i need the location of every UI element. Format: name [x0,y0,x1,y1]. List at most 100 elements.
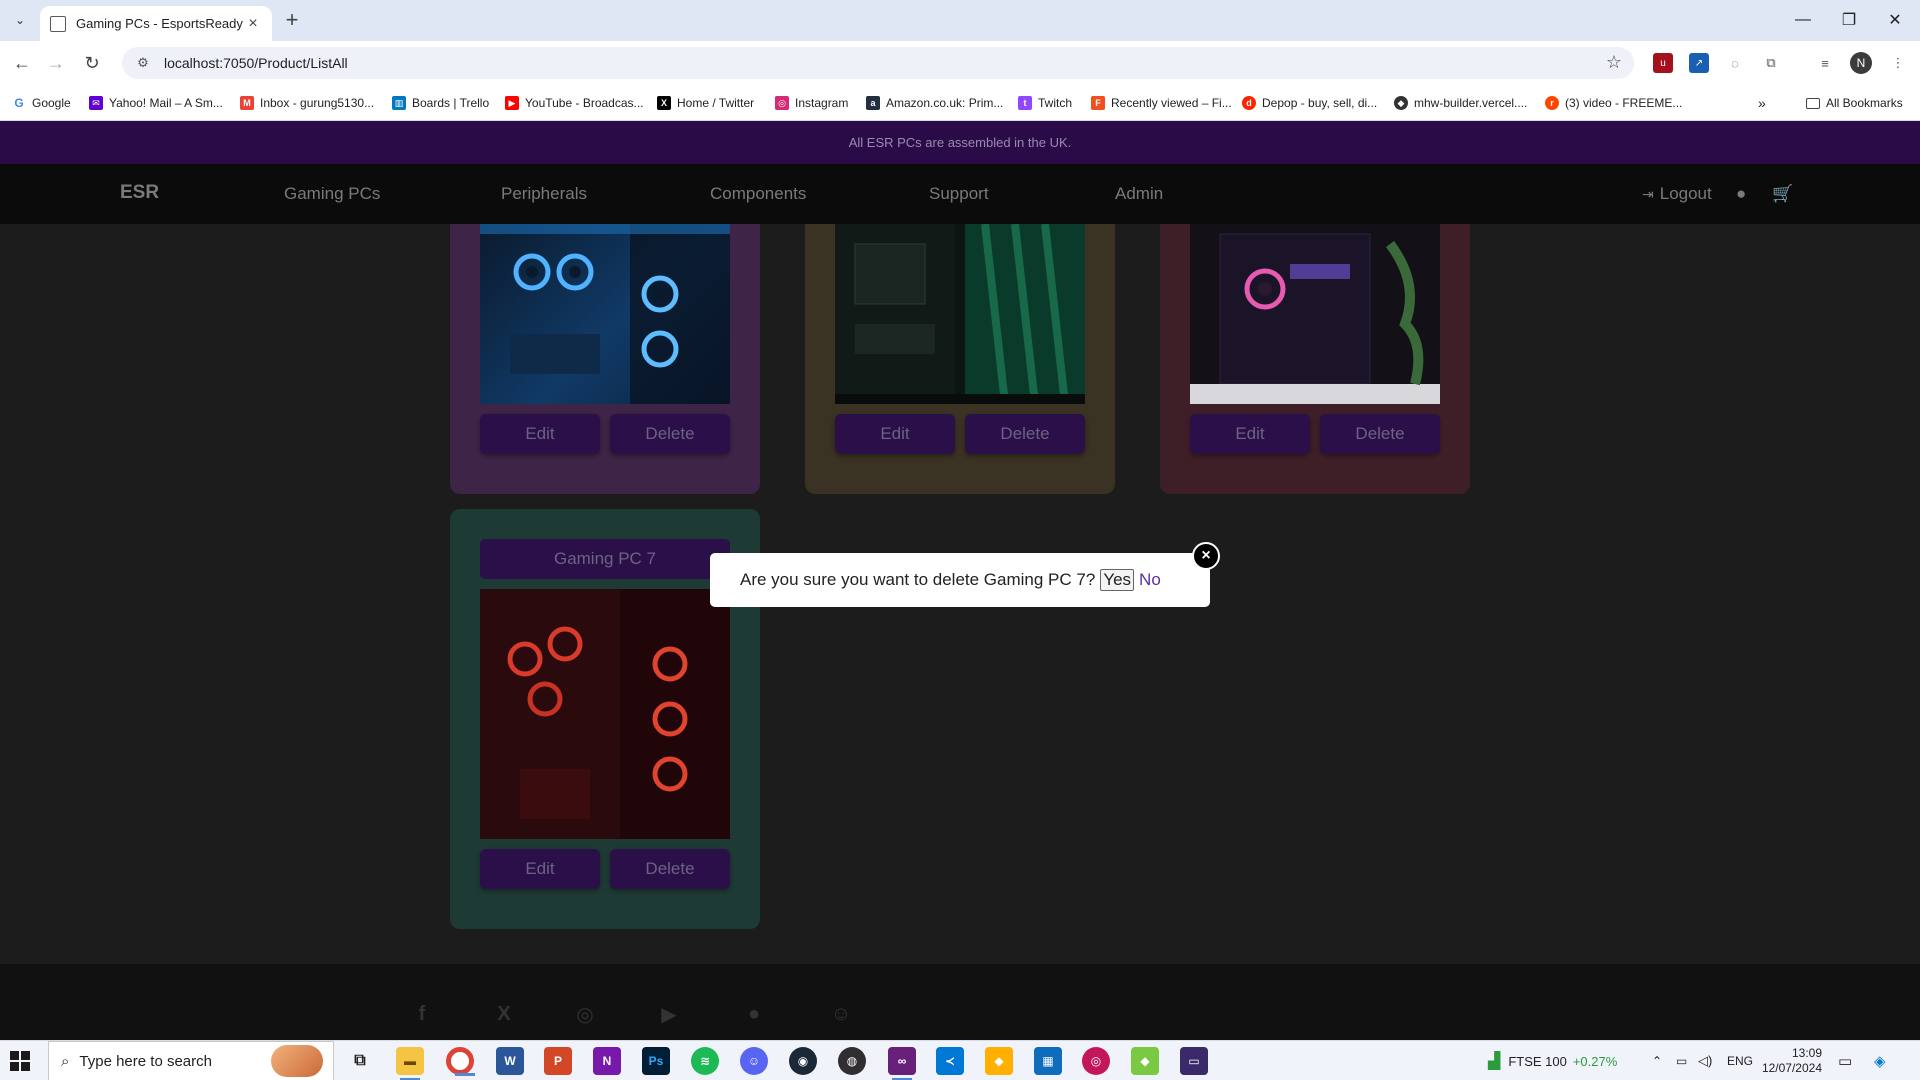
confirm-no-link[interactable]: No [1139,570,1161,590]
close-window-icon[interactable]: ✕ [1872,6,1918,34]
visual-studio-icon[interactable]: ∞ [888,1047,916,1080]
browser-tab[interactable]: Gaming PCs - EsportsReady × [40,6,272,41]
edit-button[interactable]: Edit [480,849,600,889]
app-diamond-icon[interactable]: ◆ [985,1047,1013,1075]
product-title: Gaming PC 7 [480,539,730,579]
windows-start-icon[interactable] [10,1051,30,1071]
file-explorer-icon[interactable]: ▬ [396,1047,424,1080]
confirm-yes-button[interactable]: Yes [1100,569,1135,591]
new-tab-icon[interactable]: + [280,8,304,32]
powerpoint-icon[interactable]: P [544,1047,572,1075]
github-icon[interactable]: ● [741,1001,767,1027]
vscode-icon[interactable]: ≺ [936,1047,964,1075]
ublock-extension-icon[interactable]: u [1653,53,1673,73]
app-pink-icon[interactable]: ◎ [1082,1047,1110,1075]
nav-support[interactable]: Support [929,184,989,204]
cart-icon[interactable]: 🛒 [1772,184,1793,204]
media-control-icon[interactable]: ≡ [1815,53,1835,73]
bookmark-twitter[interactable]: X Home / Twitter [657,94,754,112]
page-favicon-icon [50,15,66,32]
spotify-icon[interactable]: ≋ [691,1047,719,1075]
trello-icon: ▥ [392,96,406,110]
bookmark-trello[interactable]: ▥ Boards | Trello [392,94,489,112]
profile-avatar[interactable]: N [1850,52,1872,74]
bookmark-youtube[interactable]: ▶ YouTube - Broadcas... [505,94,644,112]
forward-icon[interactable]: → [42,49,70,77]
delete-button[interactable]: Delete [610,849,730,889]
extension-blue-icon[interactable]: ↗ [1689,53,1709,73]
task-view-icon[interactable]: ⧉ [346,1047,374,1075]
close-icon[interactable]: × [1192,542,1220,570]
taskbar-search-input[interactable]: ⌕ Type here to search [48,1041,334,1080]
stock-ticker[interactable]: ▟ FTSE 100 +0.27% [1488,1041,1617,1080]
extension-circle-icon[interactable]: ◌ [1725,53,1745,73]
nav-components[interactable]: Components [710,184,806,204]
pc-case-blue-image [480,224,730,404]
show-hidden-icons-icon[interactable]: ⌃ [1652,1041,1662,1080]
youtube-icon[interactable]: ▶ [656,1001,682,1027]
network-icon[interactable]: ▭ [1676,1041,1687,1080]
discord-icon[interactable]: ☺ [828,1001,854,1027]
site-info-icon[interactable]: ⚙ [134,54,152,72]
nav-admin[interactable]: Admin [1115,184,1163,204]
word-icon[interactable]: W [496,1047,524,1075]
delete-button[interactable]: Delete [965,414,1085,454]
x-twitter-icon[interactable]: X [491,1001,517,1027]
chart-up-icon: ▟ [1488,1053,1501,1070]
tab-search-icon[interactable]: ⌄ [8,8,32,32]
bookmark-mhw-builder[interactable]: ◆ mhw-builder.vercel.... [1394,94,1527,112]
steam-icon[interactable]: ◉ [789,1047,817,1075]
language-indicator[interactable]: ENG [1727,1041,1753,1080]
logout-link[interactable]: ⇥ Logout [1642,184,1712,204]
onenote-icon[interactable]: N [593,1047,621,1075]
photoshop-icon[interactable]: Ps [642,1047,670,1075]
bookmark-amazon[interactable]: a Amazon.co.uk: Prim... [866,94,1003,112]
facebook-icon[interactable]: f [409,1001,435,1027]
extensions-puzzle-icon[interactable]: ⧉ [1761,53,1781,73]
edit-button[interactable]: Edit [1190,414,1310,454]
app-grid-icon[interactable]: ▦ [1034,1047,1062,1075]
bookmark-yahoo[interactable]: ✉ Yahoo! Mail – A Sm... [89,94,223,112]
delete-button[interactable]: Delete [1320,414,1440,454]
bookmark-instagram[interactable]: ◎ Instagram [775,94,848,112]
volume-icon[interactable]: ◁) [1698,1041,1712,1080]
menu-kebab-icon[interactable]: ⋮ [1888,53,1908,73]
app-window-icon[interactable]: ▭ [1180,1047,1208,1075]
pc-case-pink-image [1190,233,1440,404]
bookmark-star-icon[interactable]: ☆ [1606,52,1622,73]
obs-icon[interactable]: ◍ [838,1047,866,1075]
more-bookmarks-icon[interactable]: » [1758,94,1766,112]
brand-logo[interactable]: ESR [120,182,159,204]
bookmark-depop[interactable]: d Depop - buy, sell, di... [1242,94,1377,112]
edit-button[interactable]: Edit [480,414,600,454]
back-icon[interactable]: ← [8,49,36,77]
amazon-icon: a [866,96,880,110]
product-image [480,224,730,404]
bookmark-google[interactable]: G Google [12,94,70,112]
confirm-question: Are you sure you want to delete Gaming P… [740,570,1096,589]
bookmark-gmail[interactable]: M Inbox - gurung5130... [240,94,374,112]
restore-icon[interactable]: ❐ [1826,6,1872,34]
delete-button[interactable]: Delete [610,414,730,454]
edit-button[interactable]: Edit [835,414,955,454]
discord-icon[interactable]: ☺ [740,1047,768,1075]
delete-confirm-dialog: Are you sure you want to delete Gaming P… [710,553,1210,607]
bookmark-reddit[interactable]: r (3) video - FREEME... [1545,94,1682,112]
clock[interactable]: 13:09 12/07/2024 [1762,1041,1822,1080]
chrome-icon[interactable] [446,1047,475,1076]
announcement-bar: All ESR PCs are assembled in the UK. [0,121,1920,164]
bookmark-twitch[interactable]: t Twitch [1018,94,1072,112]
bookmark-figma[interactable]: F Recently viewed – Fi... [1091,94,1232,112]
minimize-icon[interactable]: — [1780,6,1826,34]
notification-icon[interactable]: ▭ [1838,1041,1852,1080]
address-bar[interactable]: ⚙ localhost:7050/Product/ListAll ☆ [122,47,1634,79]
nav-peripherals[interactable]: Peripherals [501,184,587,204]
nav-gaming-pcs[interactable]: Gaming PCs [284,184,380,204]
user-icon[interactable]: ● [1736,184,1746,204]
all-bookmarks-button[interactable]: All Bookmarks [1806,94,1903,112]
app-diamond-green-icon[interactable]: ◆ [1131,1047,1159,1075]
close-tab-icon[interactable]: × [244,15,262,33]
instagram-icon[interactable]: ◎ [572,1001,598,1027]
reload-icon[interactable]: ↻ [78,49,106,77]
copilot-icon[interactable]: ◈ [1874,1041,1886,1080]
